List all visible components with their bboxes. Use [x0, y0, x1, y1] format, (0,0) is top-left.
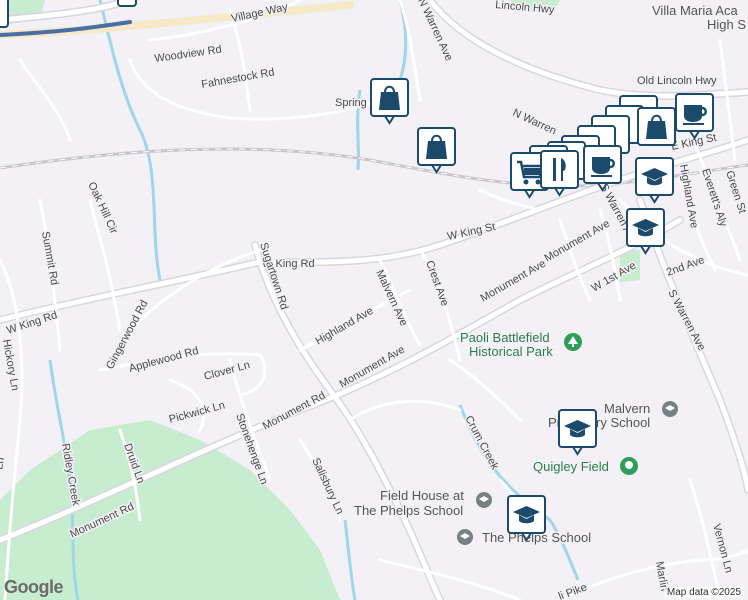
poi-label: Malvern: [604, 401, 650, 416]
map-marker[interactable]: [558, 409, 597, 456]
map-canvas[interactable]: Village Way Woodview Rd Fahnestock Rd N …: [0, 0, 748, 600]
poi-label: High S: [707, 17, 746, 32]
street-label: Spring: [335, 97, 367, 109]
park-icon: [620, 457, 638, 475]
street-label: Old Lincoln Hwy: [637, 75, 717, 87]
poi-label: Villa Maria Aca: [652, 3, 739, 18]
park-icon: [564, 333, 582, 351]
school-icon: [476, 492, 492, 508]
google-logo: Google: [4, 577, 64, 597]
map-marker[interactable]: [417, 127, 456, 174]
map-marker[interactable]: [637, 107, 676, 146]
map-marker[interactable]: [626, 208, 665, 255]
poi-label: The Phelps School: [354, 503, 463, 518]
poi-label: ry School: [596, 415, 650, 430]
map-marker[interactable]: [583, 145, 622, 192]
poi-label: Historical Park: [469, 344, 553, 359]
poi-label: Paoli Battlefield: [460, 330, 550, 345]
school-icon: [662, 401, 678, 417]
map-attribution: Map data ©2025: [663, 587, 744, 598]
map-marker[interactable]: [507, 495, 546, 542]
map-marker[interactable]: [635, 157, 674, 204]
poi-label: Field House at: [380, 488, 464, 503]
map-marker[interactable]: [540, 150, 579, 197]
map-marker[interactable]: [370, 78, 409, 125]
map-marker[interactable]: [675, 93, 714, 140]
school-icon: [457, 529, 473, 545]
poi-label: Quigley Field: [533, 459, 609, 474]
